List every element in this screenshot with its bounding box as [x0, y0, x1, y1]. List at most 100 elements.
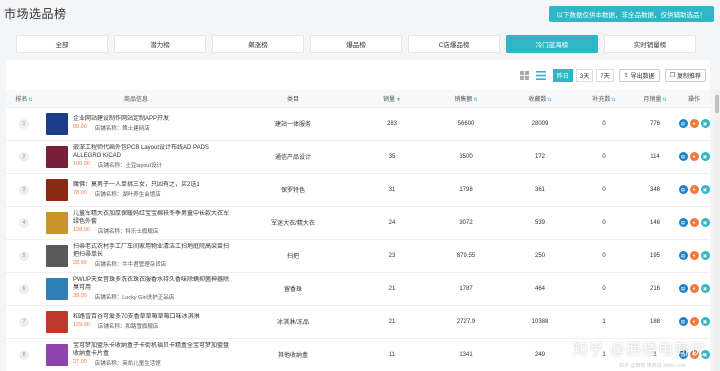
product-cell[interactable]: 扫帚老式农村手工厂车间家用物业清洁工扫地庭院高梁苗扫把扫帚单长 28.99 店铺名称…: [42, 243, 230, 268]
shop-name: 店铺名称：土豆layout设计: [97, 163, 163, 169]
search-icon[interactable]: ●: [689, 251, 699, 260]
copy-button[interactable]: ❐ 复制推荐: [664, 68, 706, 82]
product-price: 100.00: [73, 161, 90, 167]
product-cell[interactable]: 魔佛：莫男子一人单挑三女，只因有之，买2送1 78.00 店铺名称：湖叶养生会馆店: [42, 178, 230, 201]
search-icon[interactable]: ●: [689, 284, 699, 293]
comments-cell: 0: [602, 285, 606, 292]
product-title[interactable]: 和路雪百谷可爱多70支香草草莓草莓口味冰淇淋: [73, 313, 200, 321]
list-view-icon[interactable]: [536, 70, 547, 81]
shop-name: 店铺名称：Lucky Girl洗护正品店: [94, 295, 175, 301]
copy-icon[interactable]: ▣: [700, 119, 710, 128]
product-title[interactable]: 嵌深工程师代画外包PCB Layout设计布线AD PADS ALLEGRO K…: [73, 144, 230, 160]
col-monthly[interactable]: 月销量⇅: [632, 90, 678, 108]
product-title[interactable]: 扫帚老式农村手工厂车间家用物业清洁工扫地庭院高梁苗扫把扫帚单长: [73, 243, 230, 259]
copy-icon[interactable]: ▣: [700, 317, 710, 326]
day-filter-3days[interactable]: 3天: [575, 68, 594, 82]
search-icon[interactable]: ●: [689, 218, 699, 227]
col-rank[interactable]: 排名⇅: [6, 90, 42, 108]
rank-badge: 8: [19, 349, 29, 360]
table-row[interactable]: 6 PWUP天女音珠多洗衣珠衣服香水持久香味除螨抑菌神器除臭可用 39.00 店铺名称…: [6, 272, 710, 305]
table-row[interactable]: 4 儿童军精大衣加厚保暖妈红宝宝棉袄冬季男童中长款大衣军绿色外套 128.00 店铺名…: [6, 206, 710, 239]
tab-2[interactable]: 飙涨榜: [212, 35, 304, 53]
product-cell[interactable]: 企业网站建设制作网站定制APP开发 99.00 店铺名称：策士建网店: [42, 112, 230, 135]
table-row[interactable]: 7 和路雪百谷可爱多70支香草草莓草莓口味冰淇淋 129.90 店铺名称：和路雪旗舰店…: [6, 305, 710, 338]
search-icon[interactable]: ●: [689, 185, 699, 194]
copy-icon[interactable]: ▣: [700, 185, 710, 194]
category-cell: 留香珠: [283, 287, 302, 293]
scrollbar-thumb[interactable]: [715, 95, 719, 113]
day-filter-7days[interactable]: 7天: [596, 68, 614, 82]
product-cell[interactable]: 儿童军精大衣加厚保暖妈红宝宝棉袄冬季男童中长款大衣军绿色外套 128.00 店铺名称…: [42, 210, 230, 235]
table-row[interactable]: 5 扫帚老式农村手工厂车间家用物业清洁工扫地庭院高梁苗扫把扫帚单长 28.99 店铺名…: [6, 239, 710, 272]
export-button[interactable]: ⇪ 导出数据: [618, 68, 660, 82]
grid-view-icon[interactable]: [519, 70, 530, 81]
product-title[interactable]: 宝可梦加盟乐卡收纳盒子卡街机福贝卡精盒全宝可梦加盟盘收纳盒卡片盒: [73, 342, 230, 358]
tab-5[interactable]: 冷门蓝海榜: [506, 35, 598, 53]
row-actions: ▤ ● ▣: [678, 152, 710, 161]
col-favorites[interactable]: 收藏数⇅: [504, 90, 576, 108]
copy-icon[interactable]: ▣: [700, 350, 710, 359]
copy-icon[interactable]: ▣: [700, 218, 710, 227]
rank-badge: 7: [19, 316, 29, 327]
tab-4[interactable]: C店爆品榜: [408, 35, 500, 53]
product-thumbnail[interactable]: [46, 112, 68, 135]
comments-cell: 1: [602, 318, 606, 325]
tab-1[interactable]: 潜力榜: [114, 35, 206, 53]
product-cell[interactable]: 嵌深工程师代画外包PCB Layout设计布线AD PADS ALLEGRO K…: [42, 144, 230, 169]
search-icon[interactable]: ●: [689, 152, 699, 161]
table-row[interactable]: 1 企业网站建设制作网站定制APP开发 99.00 店铺名称：策士建网店 建站一体服务 2…: [6, 107, 710, 140]
chart-icon[interactable]: ▤: [678, 218, 688, 227]
product-title[interactable]: 魔佛：莫男子一人单挑三女，只因有之，买2送1: [73, 181, 200, 189]
chart-icon[interactable]: ▤: [678, 284, 688, 293]
col-sales[interactable]: 销量▼: [356, 90, 428, 108]
product-thumbnail[interactable]: [46, 145, 68, 168]
product-thumbnail[interactable]: [46, 310, 68, 333]
search-icon[interactable]: ●: [689, 119, 699, 128]
search-icon[interactable]: ●: [689, 350, 699, 359]
product-thumbnail[interactable]: [46, 211, 68, 234]
tab-0[interactable]: 全部: [16, 35, 108, 53]
shop-name: 店铺名称：策士建网店: [94, 126, 150, 132]
chart-icon[interactable]: ▤: [678, 119, 688, 128]
product-title[interactable]: 企业网站建设制作网站定制APP开发: [73, 115, 169, 123]
product-thumbnail[interactable]: [46, 244, 68, 267]
col-revenue[interactable]: 销售额⇅: [428, 90, 504, 108]
table-row[interactable]: 2 嵌深工程师代画外包PCB Layout设计布线AD PADS ALLEGRO …: [6, 140, 710, 173]
tab-bar: 全部 潜力榜 飙涨榜 爆品榜 C店爆品榜 冷门蓝海榜 实时销量榜: [0, 27, 720, 53]
sales-cell: 11: [388, 351, 396, 358]
copy-icon[interactable]: ▣: [700, 284, 710, 293]
rank-badge: 1: [19, 118, 29, 129]
product-title[interactable]: PWUP天女音珠多洗衣珠衣服香水持久香味除螨抑菌神器除臭可用: [73, 276, 230, 292]
shop-name: 店铺名称：科乐士旗舰店: [97, 229, 159, 235]
scrollbar[interactable]: [714, 91, 720, 371]
chart-icon[interactable]: ▤: [678, 350, 688, 359]
chart-icon[interactable]: ▤: [678, 251, 688, 260]
col-ops: 操作: [678, 90, 710, 108]
chart-icon[interactable]: ▤: [678, 317, 688, 326]
rank-badge: 5: [19, 250, 29, 261]
revenue-cell: 3072: [459, 219, 473, 226]
product-thumbnail[interactable]: [46, 178, 68, 201]
col-comments[interactable]: 补充数⇅: [576, 90, 632, 108]
product-cell[interactable]: PWUP天女音珠多洗衣珠衣服香水持久香味除螨抑菌神器除臭可用 39.00 店铺名称：…: [42, 276, 230, 301]
product-cell[interactable]: 和路雪百谷可爱多70支香草草莓草莓口味冰淇淋 129.90 店铺名称：和路雪旗舰店: [42, 310, 230, 333]
product-title[interactable]: 儿童军精大衣加厚保暖妈红宝宝棉袄冬季男童中长款大衣军绿色外套: [73, 210, 230, 226]
copy-icon[interactable]: ▣: [700, 152, 710, 161]
table-row[interactable]: 8 宝可梦加盟乐卡收纳盒子卡街机福贝卡精盒全宝可梦加盟盘收纳盒卡片盒 27.00 店铺…: [6, 338, 710, 371]
search-icon[interactable]: ●: [689, 317, 699, 326]
chart-icon[interactable]: ▤: [678, 152, 688, 161]
product-cell[interactable]: 宝可梦加盟乐卡收纳盒子卡街机福贝卡精盒全宝可梦加盟盘收纳盒卡片盒 27.00 店铺名…: [42, 342, 230, 367]
table-row[interactable]: 3 魔佛：莫男子一人单挑三女，只因有之，买2送1 78.00 店铺名称：湖叶养生会馆店…: [6, 173, 710, 206]
tab-3[interactable]: 爆品榜: [310, 35, 402, 53]
tab-6[interactable]: 实时销量榜: [604, 35, 696, 53]
product-thumbnail[interactable]: [46, 277, 68, 300]
favorites-cell: 464: [534, 285, 545, 292]
export-label: 导出数据: [630, 73, 655, 80]
product-thumbnail[interactable]: [46, 343, 68, 366]
day-filter-yesterday[interactable]: 昨日: [552, 68, 573, 82]
chart-icon[interactable]: ▤: [678, 185, 688, 194]
copy-icon[interactable]: ▣: [700, 251, 710, 260]
comments-cell: 0: [602, 219, 606, 226]
category-cell: 扫把: [286, 254, 299, 260]
category-cell: 冰淇淋/冻品: [277, 320, 309, 326]
